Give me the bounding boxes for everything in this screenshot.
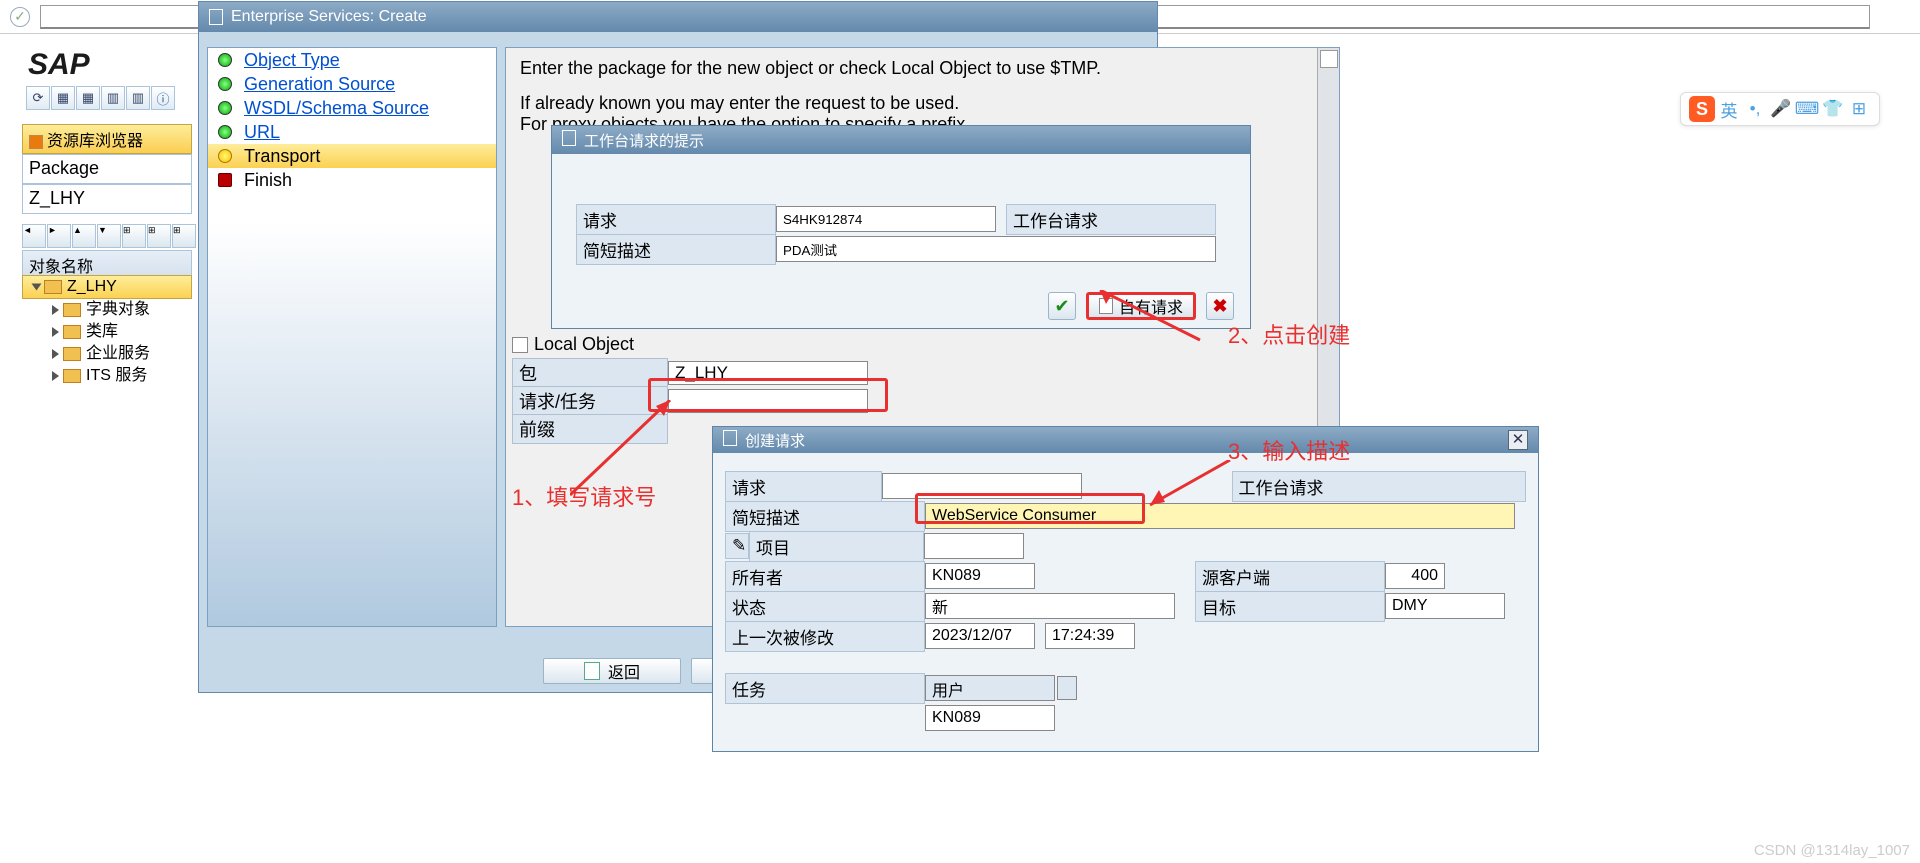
project-input[interactable] (924, 533, 1024, 559)
package-field-label: 包 (512, 358, 668, 388)
ime-lang[interactable]: 英 (1717, 98, 1741, 120)
status-label: 状态 (725, 591, 925, 622)
dialog-title: 工作台请求的提示 (552, 126, 1250, 154)
resource-browser-label[interactable]: 资源库浏览器 (22, 124, 192, 154)
step-generation-source[interactable]: Generation Source (208, 72, 496, 96)
watermark: CSDN @1314lay_1007 (1754, 842, 1910, 859)
request-input[interactable] (882, 473, 1082, 499)
request-field-label: 请求/任务 (512, 386, 668, 416)
request-label: 请求 (725, 471, 882, 502)
request-value[interactable] (776, 206, 996, 232)
tree-root[interactable]: Z_LHY (22, 275, 192, 299)
ime-punct-icon[interactable]: •, (1743, 98, 1767, 120)
lastmod-label: 上一次被修改 (725, 621, 925, 652)
tool3-icon[interactable]: ⊞ (172, 224, 196, 248)
refresh-icon[interactable]: ⟳ (26, 86, 50, 110)
close-button[interactable]: ✕ (1508, 430, 1528, 450)
doc-icon (723, 430, 737, 446)
step-transport[interactable]: Transport (208, 144, 496, 168)
tree-item[interactable]: 字典对象 (22, 299, 192, 321)
owner-label: 所有者 (725, 561, 925, 592)
tasks-label: 任务 (725, 673, 925, 704)
doc-icon (562, 130, 576, 146)
tree-toolbar: ◄ ► ▲ ▼ ⊞ ⊞ ⊞ (22, 224, 196, 248)
create-request-dialog: 创建请求 ✕ 请求 工作台请求 简短描述 ✎ 项目 所有者 源客户端 状态 目标 (712, 426, 1539, 752)
lastmod-date (925, 623, 1035, 649)
x-icon: ✖ (1212, 296, 1227, 317)
request-field-input[interactable] (668, 389, 868, 413)
target-label: 目标 (1195, 591, 1385, 622)
request-type-label: 工作台请求 (1232, 471, 1526, 502)
box4-icon[interactable]: ▥ (126, 86, 150, 110)
package-label: Package (22, 154, 192, 184)
confirm-button[interactable]: ✔ (1048, 292, 1076, 320)
tree-item[interactable]: 企业服务 (22, 343, 192, 365)
tree-item[interactable]: 类库 (22, 321, 192, 343)
step-url[interactable]: URL (208, 120, 496, 144)
workbench-request-prompt-dialog: 工作台请求的提示 请求 工作台请求 简短描述 ✔ 自有请求 ✖ (551, 125, 1251, 329)
cube-icon (29, 135, 43, 149)
desc-label: 简短描述 (725, 501, 925, 532)
sidebar-toolbar: ⟳ ▦ ▦ ▥ ▥ ⓘ (26, 86, 175, 110)
sogou-logo-icon: S (1689, 96, 1715, 122)
doc-icon (209, 9, 223, 25)
box1-icon[interactable]: ▦ (51, 86, 75, 110)
intro-text-2: If already known you may enter the reque… (520, 93, 1325, 114)
tasks-col-extra (1057, 676, 1077, 700)
prefix-field-label: 前缀 (512, 414, 668, 444)
ime-skin-icon[interactable]: 👕 (1821, 98, 1845, 120)
wizard-steps: Object Type Generation Source WSDL/Schem… (207, 47, 497, 627)
check-icon: ✔ (1054, 296, 1069, 317)
nav-down-icon[interactable]: ▼ (97, 224, 121, 248)
lastmod-time (1045, 623, 1135, 649)
doc-icon (584, 662, 600, 680)
package-field-input[interactable] (668, 361, 868, 385)
sap-logo: SAP (28, 48, 90, 82)
src-client-input[interactable] (1385, 563, 1445, 589)
nav-back-icon[interactable]: ◄ (22, 224, 46, 248)
tree-item[interactable]: ITS 服务 (22, 365, 192, 387)
proj-icon[interactable]: ✎ (725, 533, 749, 559)
box3-icon[interactable]: ▥ (101, 86, 125, 110)
tool2-icon[interactable]: ⊞ (147, 224, 171, 248)
nav-up-icon[interactable]: ▲ (72, 224, 96, 248)
scroll-up-icon[interactable] (1320, 50, 1338, 68)
request-label: 请求 (576, 204, 776, 235)
step-wsdl-source[interactable]: WSDL/Schema Source (208, 96, 496, 120)
tasks-col-user: 用户 (925, 675, 1055, 701)
src-client-label: 源客户端 (1195, 561, 1385, 592)
package-input[interactable]: Z_LHY (22, 184, 192, 214)
check-icon[interactable]: ✓ (10, 7, 30, 27)
dialog-buttonbar: ✔ 自有请求 ✖ (552, 284, 1250, 328)
ime-grid-icon[interactable]: ⊞ (1847, 98, 1871, 120)
dialog-title: 创建请求 ✕ (713, 427, 1538, 453)
target-input[interactable] (1385, 593, 1505, 619)
tasks-user-input[interactable] (925, 705, 1055, 731)
local-object-checkbox[interactable]: Local Object (512, 334, 868, 355)
cancel-button[interactable]: ✖ (1206, 292, 1234, 320)
ime-keyboard-icon[interactable]: ⌨ (1795, 98, 1819, 120)
box2-icon[interactable]: ▦ (76, 86, 100, 110)
window-title: Enterprise Services: Create (199, 2, 1157, 32)
step-object-type[interactable]: Object Type (208, 48, 496, 72)
status-input (925, 593, 1175, 619)
desc-label: 简短描述 (576, 234, 776, 265)
info-icon[interactable]: ⓘ (151, 86, 175, 110)
doc-icon (1099, 298, 1113, 314)
ime-toolbar[interactable]: S 英 •, 🎤 ⌨ 👕 ⊞ (1680, 92, 1880, 126)
nav-fwd-icon[interactable]: ► (47, 224, 71, 248)
step-finish[interactable]: Finish (208, 168, 496, 192)
desc-input[interactable] (925, 503, 1515, 529)
intro-text-1: Enter the package for the new object or … (520, 58, 1325, 79)
tool1-icon[interactable]: ⊞ (122, 224, 146, 248)
project-label: 项目 (749, 531, 924, 562)
ime-mic-icon[interactable]: 🎤 (1769, 98, 1793, 120)
back-button[interactable]: 返回 (543, 658, 681, 684)
object-tree: Z_LHY 字典对象 类库 企业服务 ITS 服务 (22, 275, 192, 387)
desc-value[interactable] (776, 236, 1216, 262)
owner-input[interactable] (925, 563, 1035, 589)
own-requests-button[interactable]: 自有请求 (1086, 292, 1196, 320)
request-type-label: 工作台请求 (1006, 204, 1216, 235)
